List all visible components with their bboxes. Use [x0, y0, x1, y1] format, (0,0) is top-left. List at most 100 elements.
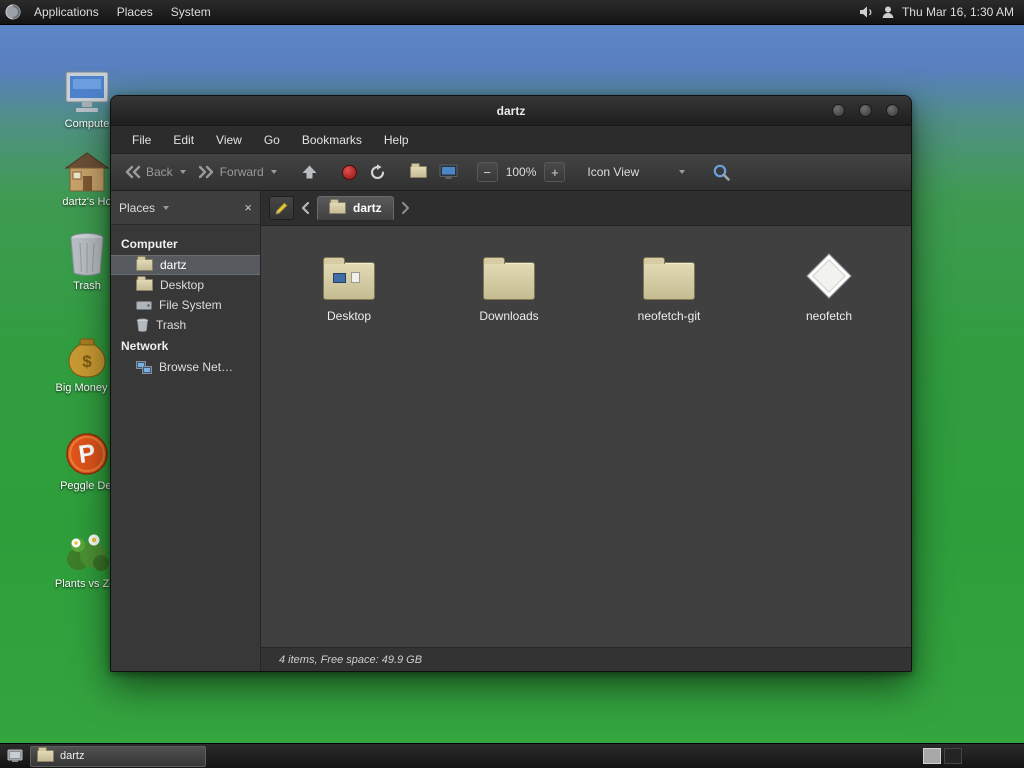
breadcrumb-scroll-left-icon[interactable]: [300, 201, 311, 215]
menu-file[interactable]: File: [121, 128, 162, 152]
maximize-button[interactable]: [859, 104, 872, 117]
sidebar-section-network: Network: [121, 339, 169, 353]
folder-icon: [643, 250, 695, 300]
file-icon: [805, 250, 853, 300]
workspace-1[interactable]: [923, 748, 941, 764]
window-title: dartz: [496, 103, 526, 118]
file-name: neofetch-git: [637, 309, 701, 323]
sidebar-item-browse-network[interactable]: Browse Net…: [111, 357, 260, 377]
breadcrumb-label: dartz: [353, 201, 382, 215]
file-manager-window: dartz File Edit View Go Bookmarks Help B…: [110, 95, 912, 672]
show-desktop-icon: [7, 749, 23, 763]
folder-icon: [483, 250, 535, 300]
file-name: neofetch: [805, 309, 853, 323]
close-sidebar-icon[interactable]: ×: [244, 201, 252, 214]
sidebar-header: Places ×: [111, 191, 260, 225]
sidebar-item-label: Desktop: [160, 278, 205, 292]
panel-indicators: Thu Mar 16, 1:30 AM: [859, 5, 1024, 19]
chevron-down-icon[interactable]: [163, 205, 170, 210]
view-mode-dropdown[interactable]: Icon View: [579, 161, 693, 183]
distro-logo-icon: [5, 4, 21, 20]
back-icon: [124, 165, 141, 179]
top-panel: Applications Places System Thu Mar 16, 1…: [0, 0, 1024, 25]
window-controls: [832, 96, 899, 125]
sidebar-item-label: Browse Net…: [159, 360, 234, 374]
zoom-level: 100%: [505, 165, 537, 179]
taskbar-item-label: dartz: [60, 750, 85, 762]
forward-button[interactable]: Forward: [193, 161, 282, 183]
menu-applications[interactable]: Applications: [25, 0, 108, 25]
clock[interactable]: Thu Mar 16, 1:30 AM: [902, 5, 1014, 19]
sidebar-selector[interactable]: Places: [119, 201, 155, 215]
sidebar-section-computer: Computer: [121, 237, 178, 251]
sidebar-item-desktop[interactable]: Desktop: [111, 275, 260, 295]
up-arrow-icon: [301, 164, 318, 180]
view-mode-label: Icon View: [587, 165, 640, 179]
menu-go[interactable]: Go: [253, 128, 291, 152]
sidebar-item-label: dartz: [160, 258, 187, 272]
status-bar: 4 items, Free space: 49.9 GB: [261, 647, 911, 671]
file-view[interactable]: Desktop Downloads neofetch-git neofetch: [261, 226, 911, 647]
sidebar-item-file-system[interactable]: File System: [111, 295, 260, 315]
bottom-panel: dartz: [0, 743, 1024, 768]
back-button[interactable]: Back: [119, 161, 191, 183]
back-label: Back: [146, 165, 173, 179]
folder-icon: [37, 747, 54, 762]
volume-icon[interactable]: [859, 5, 874, 19]
status-text: 4 items, Free space: 49.9 GB: [279, 653, 423, 666]
sidebar-list: Computer dartz Desktop File System Trash…: [111, 225, 260, 377]
chevron-down-icon: [270, 170, 277, 174]
file-name: Desktop: [326, 309, 372, 323]
forward-label: Forward: [219, 165, 264, 179]
chevron-down-icon: [679, 170, 686, 174]
reload-button[interactable]: [364, 160, 391, 185]
menu-view[interactable]: View: [205, 128, 253, 152]
computer-button[interactable]: [434, 160, 463, 184]
forward-icon: [198, 165, 215, 179]
menu-places[interactable]: Places: [108, 0, 162, 25]
drive-icon: [136, 299, 152, 311]
zoom-in-button[interactable]: +: [544, 162, 566, 182]
menu-system[interactable]: System: [162, 0, 220, 25]
network-icon: [136, 360, 152, 374]
sidebar-item-dartz[interactable]: dartz: [111, 255, 260, 275]
search-button[interactable]: [707, 159, 736, 186]
minimize-button[interactable]: [832, 104, 845, 117]
breadcrumb-scroll-right-icon[interactable]: [400, 201, 411, 215]
stop-icon: [341, 164, 357, 180]
sidebar-item-trash[interactable]: Trash: [111, 315, 260, 335]
up-button[interactable]: [296, 160, 323, 184]
chevron-down-icon: [179, 170, 186, 174]
menu-edit[interactable]: Edit: [162, 128, 205, 152]
window-titlebar[interactable]: dartz: [111, 96, 911, 126]
svg-text:$: $: [82, 352, 92, 371]
distro-menu-button[interactable]: [0, 0, 25, 25]
file-item-downloads[interactable]: Downloads: [429, 250, 589, 323]
file-item-neofetch[interactable]: neofetch: [749, 250, 909, 323]
menu-help[interactable]: Help: [373, 128, 420, 152]
home-button[interactable]: [405, 162, 432, 182]
menu-bookmarks[interactable]: Bookmarks: [291, 128, 373, 152]
file-name: Downloads: [479, 309, 539, 323]
taskbar-item-dartz[interactable]: dartz: [30, 745, 206, 767]
workspace-2[interactable]: [944, 748, 962, 764]
places-sidebar: Places × Computer dartz Desktop File Sys…: [111, 191, 261, 671]
workspace-switcher: [923, 748, 962, 764]
zoom-out-button[interactable]: −: [476, 162, 498, 182]
window-body: Places × Computer dartz Desktop File Sys…: [111, 191, 911, 671]
stop-button[interactable]: [337, 161, 362, 184]
breadcrumb-dartz[interactable]: dartz: [317, 195, 394, 221]
close-button[interactable]: [886, 104, 899, 117]
file-item-neofetch-git[interactable]: neofetch-git: [589, 250, 749, 323]
user-icon[interactable]: [881, 5, 895, 19]
search-icon: [712, 163, 731, 182]
edit-location-button[interactable]: [269, 196, 294, 220]
trash-icon: [136, 318, 149, 332]
file-item-desktop[interactable]: Desktop: [269, 250, 429, 323]
main-column: dartz Desktop Downloads neofetch-git neo…: [261, 191, 911, 671]
folder-icon: [323, 250, 375, 300]
computer-icon: [439, 164, 458, 180]
show-desktop-button[interactable]: [4, 746, 26, 767]
folder-icon: [136, 276, 153, 291]
pencil-icon: [274, 201, 289, 216]
